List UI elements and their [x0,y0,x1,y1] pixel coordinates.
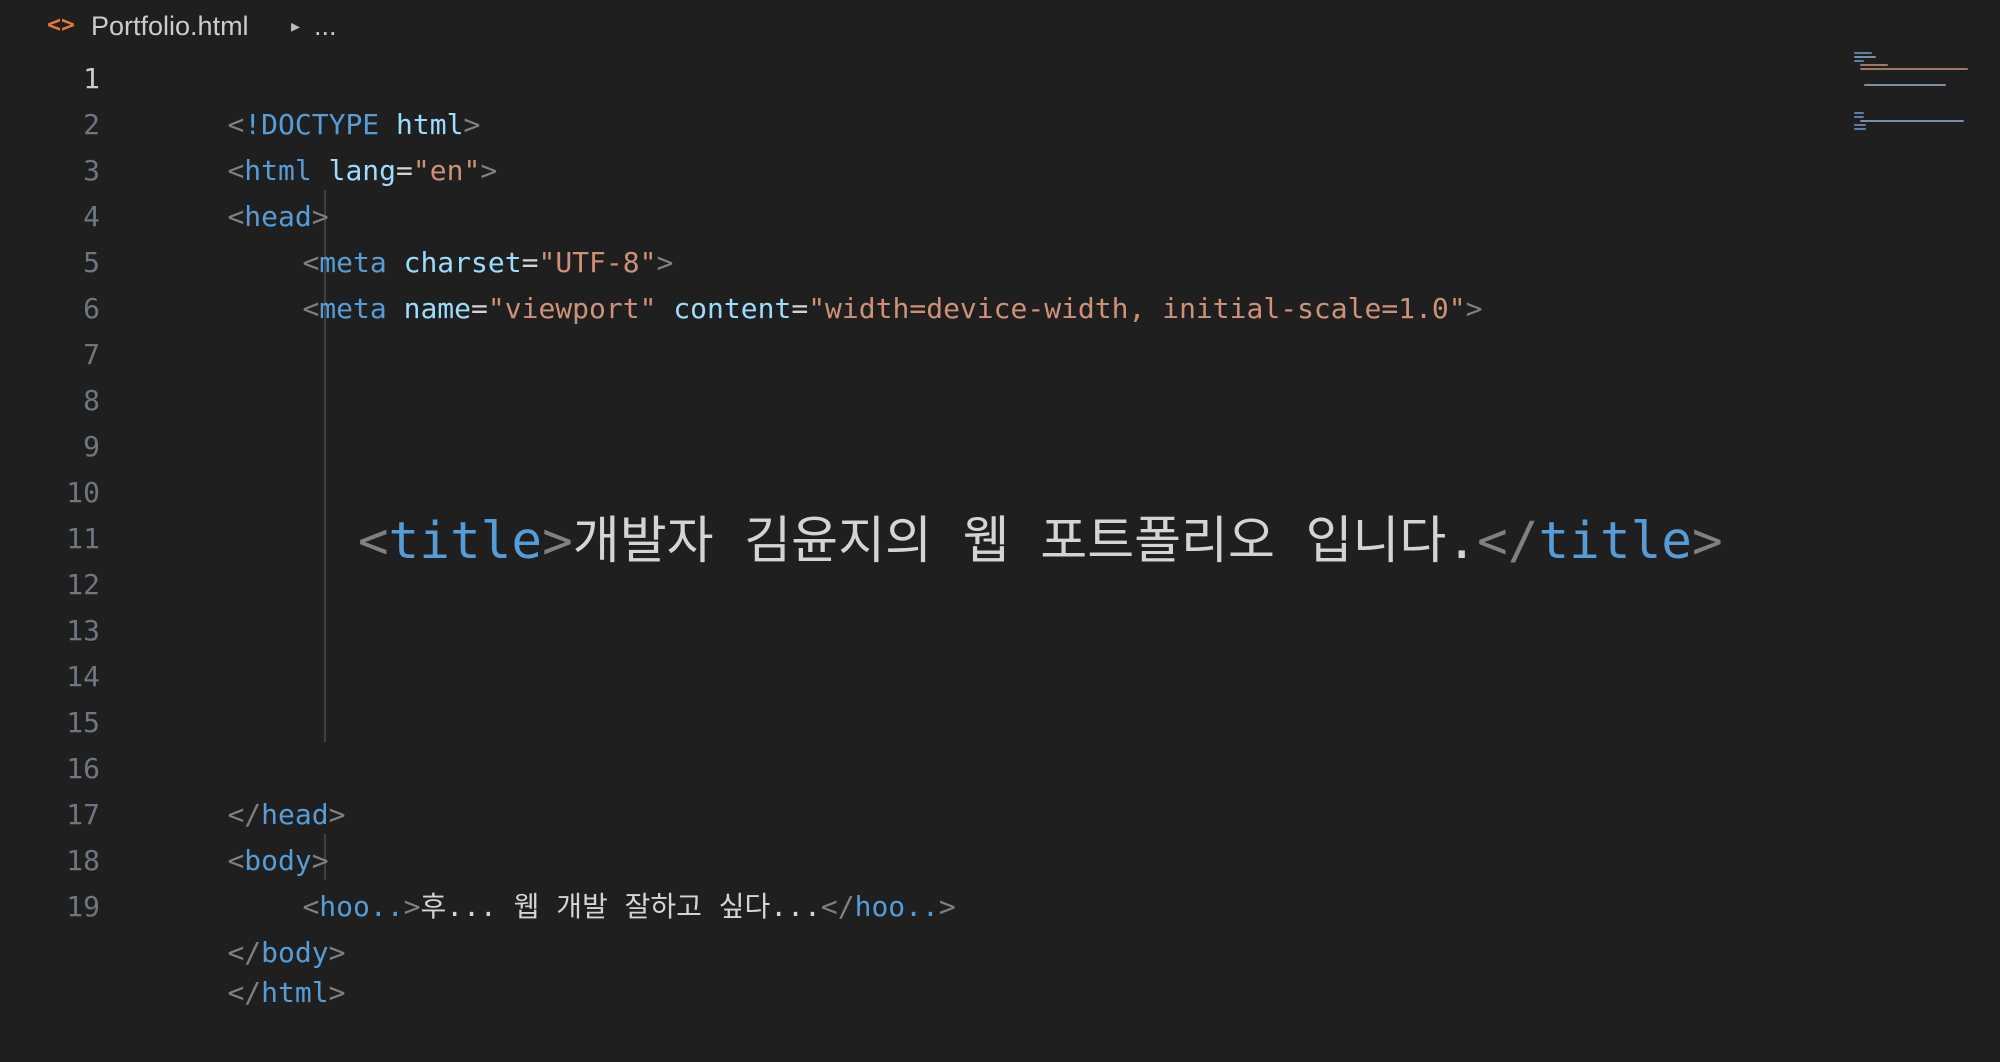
token-equals: = [791,292,809,325]
minimap-line [1854,112,1864,114]
token-bracket: < [357,512,389,571]
token-bracket: > [1692,512,1723,571]
minimap-line [1860,120,1964,122]
minimap[interactable] [1852,52,1970,172]
token-bracket: </ [820,890,855,923]
token-bracket: > [328,976,346,1009]
minimap-line [1854,56,1876,58]
line-number: 18 [66,844,100,877]
code-line-16[interactable]: <body> [160,792,328,877]
minimap-line [1854,60,1864,62]
line-number: 16 [66,752,100,785]
line-number: 11 [66,522,100,555]
minimap-line [1854,128,1866,130]
code-line-4[interactable]: <meta charset="UTF-8"> [235,194,673,279]
line-number: 10 [66,476,100,509]
token-tag: meta [319,292,387,325]
line-number: 13 [66,614,100,647]
line-number: 19 [66,890,100,923]
line-number: 7 [83,338,100,371]
breadcrumb-ellipsis[interactable]: ... [314,10,337,42]
token-bracket: > [938,890,956,923]
code-line-1[interactable]: <!DOCTYPE html> [160,56,480,141]
token-tag: title [1538,512,1692,571]
token-bracket: > [403,890,421,923]
code-line-19[interactable]: </html> [160,924,345,1009]
line-number: 4 [83,200,100,233]
token-bracket: </ [227,976,262,1009]
minimap-line [1854,116,1864,118]
token-tag: hoo.. [854,890,939,923]
vertical-scrollbar[interactable] [1985,52,2000,926]
line-number: 9 [83,430,100,463]
token-equals: = [471,292,488,325]
chevron-right-icon: ▸ [291,16,301,36]
breadcrumb: <> Portfolio.html ▸ ... [0,0,2000,52]
token-bracket: > [480,154,498,187]
line-number: 12 [66,568,100,601]
code-line-17[interactable]: <hoo..>후... 웹 개발 잘하고 싶다...</hoo..> [235,838,955,923]
line-number: 15 [66,706,100,739]
code-line-2[interactable]: <html lang="en"> [160,102,497,187]
minimap-line [1854,124,1866,126]
token-text: 개발자 김윤지의 웹 포트폴리오 입니다. [572,512,1478,571]
code-line-15[interactable]: </head> [160,746,345,831]
line-number: 3 [83,154,100,187]
code-line-9[interactable]: <title>개발자 김윤지의 웹 포트폴리오 입니다.</title> [235,422,1723,571]
token-bracket: > [542,512,573,571]
minimap-line [1860,68,1968,70]
minimap-line [1860,64,1888,66]
code-line-5[interactable]: <meta name="viewport" content="width=dev… [235,240,1482,325]
line-number: 14 [66,660,100,693]
token-attribute: lang [328,154,397,187]
token-string: "en" [412,154,481,187]
code-line-3[interactable]: <head> [160,148,328,233]
minimap-line [1864,84,1946,86]
token-text: 후... 웹 개발 잘하고 싶다... [420,890,821,923]
html-file-icon: <> [47,12,75,38]
token-tag: title [388,512,543,571]
line-number: 2 [83,108,100,141]
line-number: 8 [83,384,100,417]
token-bracket: > [1465,292,1483,325]
token-bracket: </ [1477,512,1539,571]
token-bracket: < [302,292,320,325]
code-editor[interactable]: <!DOCTYPE html> <html lang="en"> <head> … [160,52,1840,1009]
line-number: 1 [83,62,100,95]
token-attribute: content [673,292,792,325]
token-bracket: > [328,798,346,831]
token-string: "width=device-width, initial-scale=1.0" [808,292,1466,325]
token-string: "viewport" [487,292,657,325]
token-equals: = [396,154,413,187]
line-number: 5 [83,246,100,279]
line-number: 17 [66,798,100,831]
line-number: 6 [83,292,100,325]
token-tag: html [261,976,329,1009]
minimap-line [1854,52,1872,54]
breadcrumb-file[interactable]: Portfolio.html [91,10,249,42]
token-attribute: name [403,292,472,325]
